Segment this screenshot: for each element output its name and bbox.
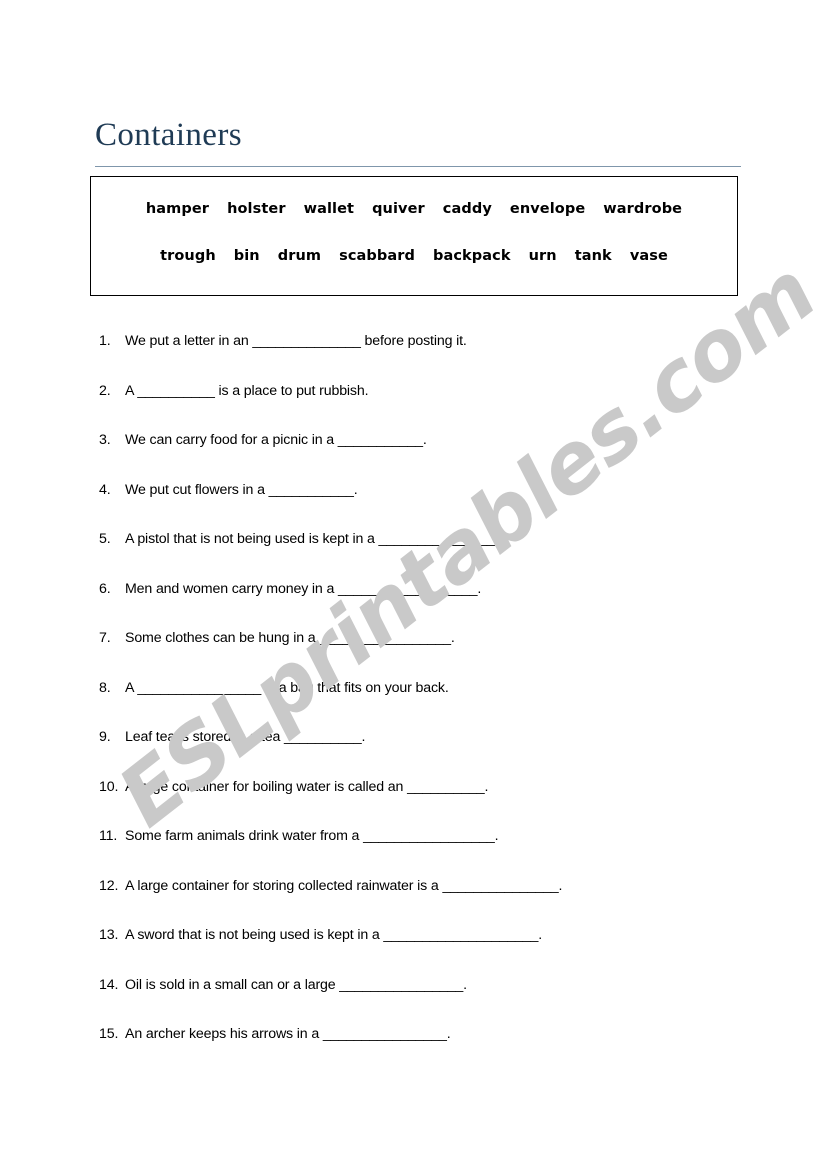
word-bank-word[interactable]: backpack xyxy=(424,248,520,264)
word-bank-box: hamper holster wallet quiver caddy envelope wa… xyxy=(90,176,738,296)
word-bank-row-2: trough bin drum scabbard backpack urn tank vase xyxy=(91,248,737,264)
question-row: 9. Leaf tea is stored in a tea __________… xyxy=(99,729,759,779)
question-row: 11. Some farm animals drink water from a … xyxy=(99,828,759,878)
page-title: Containers xyxy=(95,117,242,153)
question-text: Men and women carry money in a _________… xyxy=(125,580,482,597)
question-row: 4. We put cut flowers in a ___________. xyxy=(99,482,759,532)
word-bank-row-1: hamper holster wallet quiver caddy envelope wa… xyxy=(91,201,737,217)
word-bank-word[interactable]: tank xyxy=(566,248,621,264)
question-number: 12. xyxy=(99,877,119,894)
word-bank-word[interactable]: trough xyxy=(151,248,225,264)
question-number: 1. xyxy=(99,333,111,349)
word-bank-word[interactable]: quiver xyxy=(363,201,434,217)
question-row: 8. A ________________ is a bag that fits … xyxy=(99,680,759,730)
word-bank-word[interactable]: wallet xyxy=(295,201,364,217)
question-text: Some farm animals drink water from a ___… xyxy=(125,828,499,844)
question-list: 1. We put a letter in an ______________ b… xyxy=(99,333,759,1076)
word-bank-word[interactable]: envelope xyxy=(501,201,594,217)
question-number: 3. xyxy=(99,432,111,448)
question-number: 2. xyxy=(99,382,111,399)
question-row: 13. A sword that is not being used is kep… xyxy=(99,927,759,977)
word-bank-word[interactable]: wardrobe xyxy=(594,201,691,217)
question-row: 2. A __________ is a place to put rubbish… xyxy=(99,383,759,433)
question-number: 13. xyxy=(99,927,119,943)
question-text: A large container for storing collected … xyxy=(125,877,563,894)
question-text: We put cut flowers in a ___________. xyxy=(125,481,358,498)
question-text: We put a letter in an ______________ bef… xyxy=(125,333,467,349)
question-text: Oil is sold in a small can or a large __… xyxy=(125,976,467,993)
question-row: 14. Oil is sold in a small can or a large… xyxy=(99,977,759,1027)
question-text: A large container for boiling water is c… xyxy=(125,778,489,795)
question-text: A pistol that is not being used is kept … xyxy=(125,531,499,547)
question-text: We can carry food for a picnic in a ____… xyxy=(125,432,427,448)
question-number: 7. xyxy=(99,630,111,646)
question-text: Some clothes can be hung in a __________… xyxy=(125,630,455,646)
question-text: Leaf tea is stored in a tea __________. xyxy=(125,729,366,745)
word-bank-word[interactable]: drum xyxy=(269,248,330,264)
question-row: 10. A large container for boiling water i… xyxy=(99,779,759,829)
question-row: 15. An archer keeps his arrows in a _____… xyxy=(99,1026,759,1076)
word-bank-word[interactable]: scabbard xyxy=(330,248,424,264)
question-number: 8. xyxy=(99,679,111,696)
question-text: A __________ is a place to put rubbish. xyxy=(125,382,369,399)
question-text: A ________________ is a bag that fits on… xyxy=(125,679,449,696)
word-bank-word[interactable]: caddy xyxy=(434,201,501,217)
question-text: An archer keeps his arrows in a ________… xyxy=(125,1026,451,1042)
word-bank-word[interactable]: vase xyxy=(621,248,677,264)
question-number: 10. xyxy=(99,778,119,795)
question-number: 15. xyxy=(99,1026,119,1042)
question-number: 6. xyxy=(99,580,111,597)
question-number: 4. xyxy=(99,481,111,498)
question-number: 9. xyxy=(99,729,111,745)
word-bank-word[interactable]: urn xyxy=(520,248,566,264)
word-bank-word[interactable]: bin xyxy=(225,248,269,264)
question-row: 3. We can carry food for a picnic in a __… xyxy=(99,432,759,482)
title-underline-rule xyxy=(95,166,741,167)
question-number: 14. xyxy=(99,976,119,993)
word-bank-word[interactable]: holster xyxy=(218,201,295,217)
question-row: 12. A large container for storing collect… xyxy=(99,878,759,928)
question-row: 7. Some clothes can be hung in a ________… xyxy=(99,630,759,680)
question-number: 5. xyxy=(99,531,111,547)
question-row: 5. A pistol that is not being used is kep… xyxy=(99,531,759,581)
question-number: 11. xyxy=(99,828,118,844)
question-row: 6. Men and women carry money in a _______… xyxy=(99,581,759,631)
question-text: A sword that is not being used is kept i… xyxy=(125,927,542,943)
question-row: 1. We put a letter in an ______________ b… xyxy=(99,333,759,383)
word-bank-word[interactable]: hamper xyxy=(137,201,218,217)
